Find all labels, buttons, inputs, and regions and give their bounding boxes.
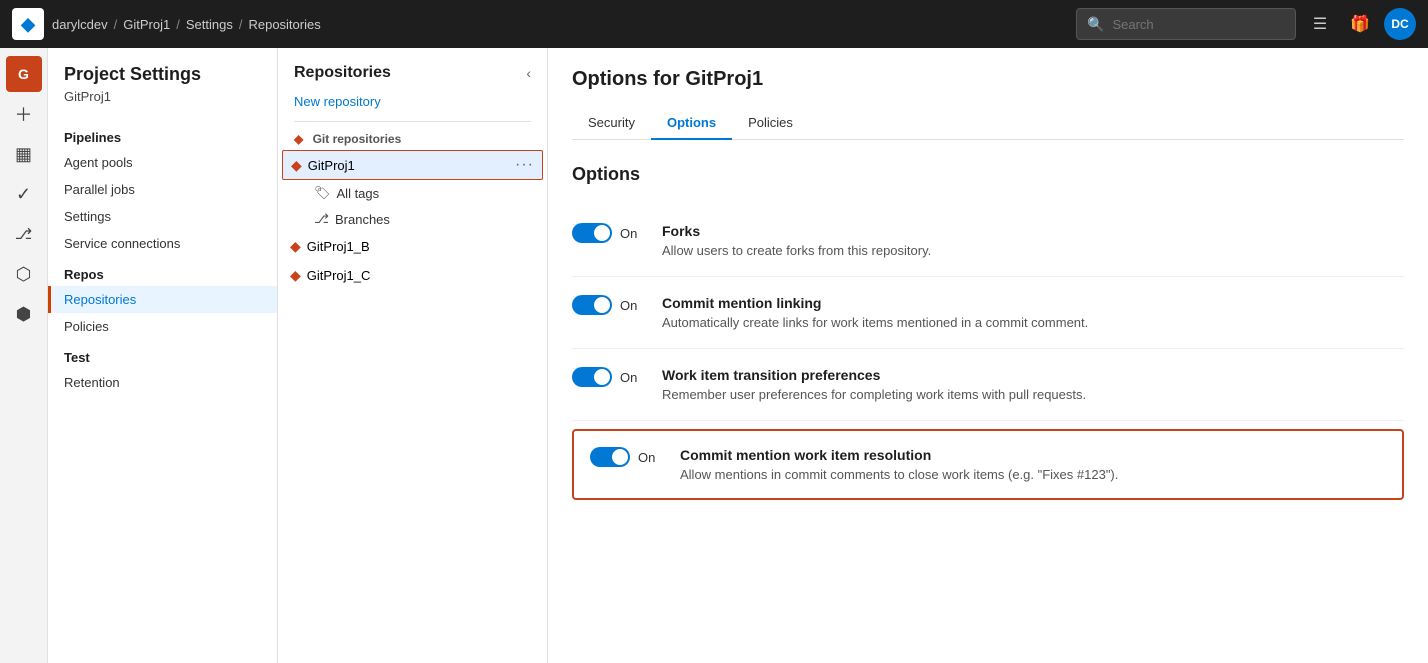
logo-glyph: ◆ <box>21 14 35 35</box>
cmr-toggle-wrap: On <box>590 447 660 467</box>
sidebar-section-test: Test <box>48 340 277 369</box>
repo-item-left-c: ◆ GitProj1_C <box>290 267 370 284</box>
sidebar-section-pipelines: Pipelines <box>48 120 277 149</box>
breadcrumb-org[interactable]: darylcdev <box>52 17 108 32</box>
forks-desc: Allow users to create forks from this re… <box>662 243 1404 258</box>
sidebar: Project Settings GitProj1 Pipelines Agen… <box>48 48 278 663</box>
breadcrumb-settings[interactable]: Settings <box>186 17 233 32</box>
forks-content: Forks Allow users to create forks from t… <box>662 223 1404 258</box>
rail-check-icon[interactable]: ✓ <box>6 176 42 212</box>
sidebar-item-agent-pools[interactable]: Agent pools <box>48 149 277 176</box>
cmr-title: Commit mention work item resolution <box>680 447 1386 463</box>
breadcrumb-project[interactable]: GitProj1 <box>123 17 170 32</box>
tab-policies[interactable]: Policies <box>732 107 809 140</box>
branch-icon: ⎇ <box>314 211 329 227</box>
rail-pipe-icon[interactable]: ⬡ <box>6 256 42 292</box>
content-title: Options for GitProj1 <box>572 68 1404 91</box>
sep-3: / <box>239 17 243 32</box>
collapse-icon[interactable]: ‹ <box>526 65 531 81</box>
rail-pr-icon[interactable]: ⎇ <box>6 216 42 252</box>
sidebar-item-settings[interactable]: Settings <box>48 203 277 230</box>
repo-more-icon[interactable]: ··· <box>515 156 534 174</box>
option-forks: On Forks Allow users to create forks fro… <box>572 205 1404 277</box>
cmr-content: Commit mention work item resolution Allo… <box>680 447 1386 482</box>
search-icon: 🔍 <box>1087 16 1104 33</box>
repo-name-b: GitProj1_B <box>307 239 370 254</box>
cml-toggle-wrap: On <box>572 295 642 315</box>
rail-board-icon[interactable]: ▦ <box>6 136 42 172</box>
tab-security[interactable]: Security <box>572 107 651 140</box>
sidebar-subtitle: GitProj1 <box>48 89 277 120</box>
sidebar-section-repos: Repos <box>48 257 277 286</box>
sidebar-item-service-connections[interactable]: Service connections <box>48 230 277 257</box>
git-repos-label: ◆ Git repositories <box>278 122 547 150</box>
cmr-desc: Allow mentions in commit comments to clo… <box>680 467 1386 482</box>
rail-artifact-icon[interactable]: ⬢ <box>6 296 42 332</box>
gift-icon[interactable]: 🎁 <box>1344 8 1376 40</box>
search-box[interactable]: 🔍 <box>1076 8 1296 40</box>
repo-item-gitproj1[interactable]: ◆ GitProj1 ··· <box>282 150 543 180</box>
git-repo-icon: ◆ <box>294 132 303 146</box>
wit-content: Work item transition preferences Remembe… <box>662 367 1404 402</box>
sidebar-title: Project Settings <box>48 64 277 89</box>
user-avatar[interactable]: DC <box>1384 8 1416 40</box>
forks-toggle-wrap: On <box>572 223 642 243</box>
sep-1: / <box>114 17 118 32</box>
cml-desc: Automatically create links for work item… <box>662 315 1404 330</box>
org-logo[interactable]: ◆ <box>12 8 44 40</box>
cml-title: Commit mention linking <box>662 295 1404 311</box>
mid-panel: Repositories ‹ New repository ◆ Git repo… <box>278 48 548 663</box>
wit-toggle-label: On <box>620 370 637 385</box>
cmr-toggle-label: On <box>638 450 655 465</box>
sidebar-item-parallel-jobs[interactable]: Parallel jobs <box>48 176 277 203</box>
forks-toggle[interactable] <box>572 223 612 243</box>
mid-panel-header: Repositories ‹ <box>278 48 547 90</box>
sidebar-item-retention[interactable]: Retention <box>48 369 277 396</box>
wit-title: Work item transition preferences <box>662 367 1404 383</box>
repo-item-left-b: ◆ GitProj1_B <box>290 238 370 255</box>
main-layout: G ＋ ▦ ✓ ⎇ ⬡ ⬢ Project Settings GitProj1 … <box>0 48 1428 663</box>
breadcrumb-repos[interactable]: Repositories <box>248 17 320 32</box>
options-section-label: Options <box>572 164 1404 185</box>
git-icon-c: ◆ <box>290 267 301 284</box>
repo-item-gitproj1b[interactable]: ◆ GitProj1_B <box>278 232 547 261</box>
tab-options[interactable]: Options <box>651 107 732 140</box>
list-icon[interactable]: ☰ <box>1304 8 1336 40</box>
forks-toggle-label: On <box>620 226 637 241</box>
sub-item-all-tags[interactable]: 🏷 All tags <box>278 180 547 206</box>
cmr-toggle[interactable] <box>590 447 630 467</box>
search-input[interactable] <box>1112 17 1285 32</box>
sidebar-item-policies[interactable]: Policies <box>48 313 277 340</box>
new-repository-button[interactable]: New repository <box>278 90 547 121</box>
mid-panel-title: Repositories <box>294 64 391 82</box>
forks-title: Forks <box>662 223 1404 239</box>
repo-name: GitProj1 <box>308 158 355 173</box>
wit-desc: Remember user preferences for completing… <box>662 387 1404 402</box>
option-work-item-transition: On Work item transition preferences Reme… <box>572 349 1404 421</box>
option-commit-mention-linking: On Commit mention linking Automatically … <box>572 277 1404 349</box>
repo-name-c: GitProj1_C <box>307 268 371 283</box>
topbar: ◆ darylcdev / GitProj1 / Settings / Repo… <box>0 0 1428 48</box>
rail-org-icon[interactable]: G <box>6 56 42 92</box>
sidebar-item-repositories[interactable]: Repositories <box>48 286 277 313</box>
cml-toggle[interactable] <box>572 295 612 315</box>
repo-item-gitproj1c[interactable]: ◆ GitProj1_C <box>278 261 547 290</box>
rail-add-icon[interactable]: ＋ <box>6 96 42 132</box>
git-icon: ◆ <box>291 157 302 174</box>
repo-item-left: ◆ GitProj1 <box>291 157 355 174</box>
option-commit-resolution: On Commit mention work item resolution A… <box>572 429 1404 500</box>
git-icon-b: ◆ <box>290 238 301 255</box>
sub-item-branches[interactable]: ⎇ Branches <box>278 206 547 232</box>
breadcrumb: darylcdev / GitProj1 / Settings / Reposi… <box>52 17 321 32</box>
tabs-row: Security Options Policies <box>572 107 1404 140</box>
cml-content: Commit mention linking Automatically cre… <box>662 295 1404 330</box>
tag-icon: 🏷 <box>314 185 331 201</box>
cml-toggle-label: On <box>620 298 637 313</box>
wit-toggle-wrap: On <box>572 367 642 387</box>
sep-2: / <box>176 17 180 32</box>
wit-toggle[interactable] <box>572 367 612 387</box>
icon-rail: G ＋ ▦ ✓ ⎇ ⬡ ⬢ <box>0 48 48 663</box>
content-area: Options for GitProj1 Security Options Po… <box>548 48 1428 663</box>
